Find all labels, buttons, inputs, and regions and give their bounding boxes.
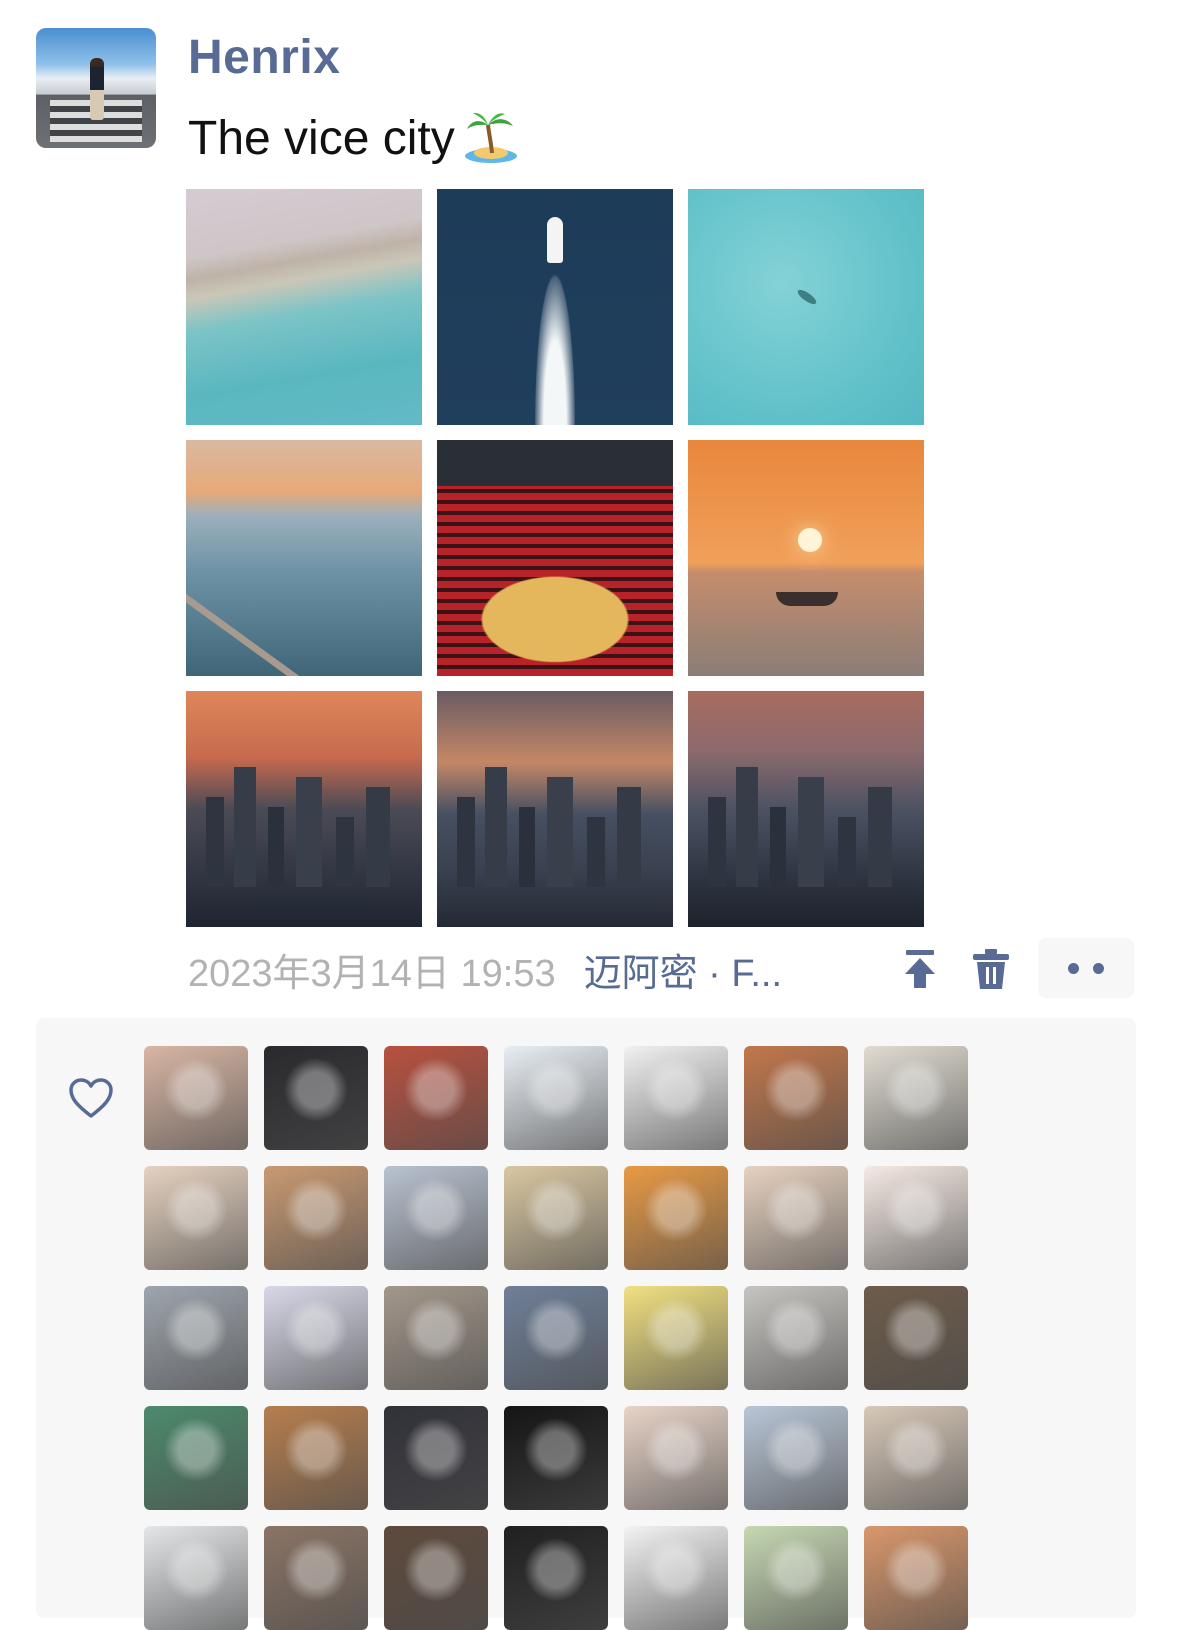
- caption-text: The vice city: [188, 111, 455, 165]
- liker-avatar[interactable]: [864, 1166, 968, 1270]
- skyline-silhouette: [437, 757, 673, 887]
- liker-avatar[interactable]: [504, 1286, 608, 1390]
- liker-avatar[interactable]: [504, 1046, 608, 1150]
- liker-avatar[interactable]: [144, 1046, 248, 1150]
- photo-skyline-tower[interactable]: [688, 691, 924, 927]
- photo-grid: [186, 189, 926, 929]
- photo-shark-water[interactable]: [688, 189, 924, 425]
- liker-avatar[interactable]: [264, 1406, 368, 1510]
- liker-avatar[interactable]: [384, 1526, 488, 1630]
- heart-outline-icon: [69, 1078, 113, 1118]
- liker-avatar[interactable]: [144, 1526, 248, 1630]
- liker-avatar[interactable]: [624, 1166, 728, 1270]
- liker-avatar[interactable]: [624, 1286, 728, 1390]
- liker-avatar[interactable]: [744, 1046, 848, 1150]
- desert-island-emoji-icon: [464, 112, 517, 163]
- photo-boat-wake[interactable]: [437, 189, 673, 425]
- liker-avatar[interactable]: [504, 1526, 608, 1630]
- liker-avatar[interactable]: [504, 1166, 608, 1270]
- more-dots-icon: [1068, 962, 1079, 974]
- post-timestamp: 2023年3月14日 19:53: [188, 952, 556, 995]
- liker-avatar[interactable]: [144, 1406, 248, 1510]
- liker-avatar[interactable]: [864, 1526, 968, 1630]
- photo-beach-aerial[interactable]: [186, 189, 422, 425]
- avatar-person: [90, 58, 104, 120]
- pin-to-top-icon[interactable]: [898, 946, 942, 992]
- liker-avatar[interactable]: [144, 1286, 248, 1390]
- liker-avatar[interactable]: [624, 1406, 728, 1510]
- liker-avatar[interactable]: [264, 1286, 368, 1390]
- more-button[interactable]: [1038, 938, 1134, 998]
- liker-avatar[interactable]: [624, 1046, 728, 1150]
- liker-avatar[interactable]: [864, 1286, 968, 1390]
- author-avatar[interactable]: [36, 28, 156, 148]
- liker-avatar[interactable]: [744, 1166, 848, 1270]
- liker-avatar[interactable]: [384, 1166, 488, 1270]
- post-meta: 2023年3月14日 19:53 迈阿密 · F...: [188, 940, 782, 998]
- liker-avatar[interactable]: [144, 1166, 248, 1270]
- liker-avatar[interactable]: [384, 1286, 488, 1390]
- skyline-silhouette: [688, 757, 924, 887]
- photo-skyline-ferris-wheel[interactable]: [186, 691, 422, 927]
- liker-avatar[interactable]: [864, 1046, 968, 1150]
- liker-avatar[interactable]: [384, 1406, 488, 1510]
- liker-avatar[interactable]: [264, 1526, 368, 1630]
- post-caption: The vice city: [188, 108, 521, 168]
- liker-avatar[interactable]: [624, 1526, 728, 1630]
- skyline-silhouette: [186, 757, 422, 887]
- liker-avatar[interactable]: [744, 1526, 848, 1630]
- post-location[interactable]: 迈阿密 · F...: [584, 942, 782, 997]
- photo-basketball-arena[interactable]: [437, 440, 673, 676]
- liker-avatar[interactable]: [264, 1166, 368, 1270]
- photo-skyline-arena[interactable]: [437, 691, 673, 927]
- liker-avatar[interactable]: [384, 1046, 488, 1150]
- liker-avatar[interactable]: [864, 1406, 968, 1510]
- author-name[interactable]: Henrix: [188, 30, 340, 85]
- liker-avatar[interactable]: [264, 1046, 368, 1150]
- liker-avatar[interactable]: [744, 1286, 848, 1390]
- photo-sunset-sailboat[interactable]: [688, 440, 924, 676]
- liker-avatar[interactable]: [504, 1406, 608, 1510]
- liker-avatar[interactable]: [744, 1406, 848, 1510]
- photo-causeway[interactable]: [186, 440, 422, 676]
- trash-icon[interactable]: [970, 946, 1012, 992]
- more-dots-icon: [1093, 962, 1104, 974]
